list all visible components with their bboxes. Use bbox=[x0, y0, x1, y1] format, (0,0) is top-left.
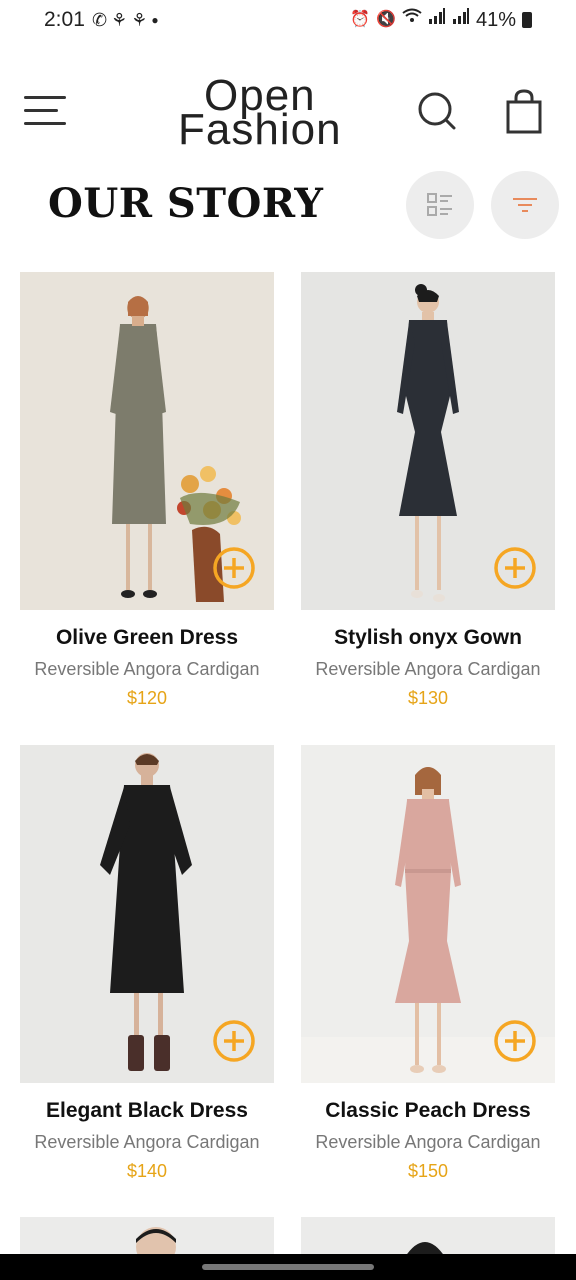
menu-icon-line bbox=[24, 109, 58, 112]
search-button[interactable] bbox=[416, 90, 460, 134]
logo-text-fashion: Fashion bbox=[178, 105, 342, 154]
snapchat-icon: ⚘ bbox=[111, 10, 128, 30]
dot-icon: ● bbox=[151, 13, 159, 27]
brand-logo[interactable]: Open Fashion bbox=[176, 74, 352, 154]
plus-circle-icon bbox=[494, 1020, 536, 1062]
product-name[interactable]: Elegant Black Dress bbox=[20, 1097, 274, 1125]
product-image[interactable] bbox=[20, 745, 274, 1083]
product-image[interactable] bbox=[301, 745, 555, 1083]
alarm-icon: ⏰ bbox=[350, 11, 371, 28]
battery-level: 41% bbox=[475, 9, 516, 31]
product-image[interactable] bbox=[20, 1217, 274, 1257]
list-view-icon bbox=[427, 193, 452, 216]
product-card[interactable] bbox=[301, 1217, 555, 1257]
product-description: Reversible Angora Cardigan bbox=[315, 659, 541, 679]
battery-icon bbox=[522, 12, 532, 28]
product-description: Reversible Angora Cardigan bbox=[315, 1132, 541, 1152]
app-header: Open Fashion bbox=[0, 60, 576, 170]
add-to-cart-button[interactable] bbox=[212, 546, 256, 590]
menu-button[interactable] bbox=[24, 94, 68, 128]
status-time: 2:01 bbox=[44, 8, 85, 31]
product-price: $130 bbox=[407, 688, 449, 708]
menu-icon bbox=[24, 96, 66, 99]
product-name[interactable]: Classic Peach Dress bbox=[301, 1097, 555, 1125]
mute-icon: 🔇 bbox=[376, 11, 396, 28]
cart-button[interactable] bbox=[502, 88, 546, 136]
list-view-button[interactable] bbox=[406, 171, 474, 239]
home-gesture-handle[interactable] bbox=[202, 1264, 374, 1270]
notification-icons: ✆ ⚘ ⚘ ● bbox=[92, 8, 159, 32]
product-image[interactable] bbox=[20, 272, 274, 610]
product-card[interactable]: Classic Peach Dress Reversible Angora Ca… bbox=[301, 745, 555, 1183]
signal-icon bbox=[452, 8, 470, 32]
product-price: $140 bbox=[126, 1161, 168, 1181]
plus-circle-icon bbox=[213, 1020, 255, 1062]
whatsapp-icon: ✆ bbox=[92, 10, 108, 30]
product-card[interactable]: Stylish onyx Gown Reversible Angora Card… bbox=[301, 272, 555, 710]
filter-button[interactable] bbox=[491, 171, 559, 239]
snapchat-icon: ⚘ bbox=[131, 10, 148, 30]
search-icon bbox=[418, 92, 456, 130]
page-title: OUR STORY bbox=[48, 180, 324, 227]
shopping-bag-icon bbox=[506, 89, 542, 134]
menu-icon-line bbox=[24, 122, 66, 125]
signal-icon bbox=[428, 8, 446, 32]
product-description: Reversible Angora Cardigan bbox=[34, 659, 260, 679]
plus-circle-icon bbox=[213, 547, 255, 589]
product-name[interactable]: Stylish onyx Gown bbox=[301, 624, 555, 652]
product-price: $150 bbox=[407, 1161, 449, 1181]
add-to-cart-button[interactable] bbox=[493, 546, 537, 590]
system-navigation-bar bbox=[0, 1254, 576, 1280]
wifi-icon bbox=[402, 8, 422, 32]
system-icons: ⏰ 🔇 41% bbox=[350, 8, 532, 32]
product-description: Reversible Angora Cardigan bbox=[34, 1132, 260, 1152]
filter-icon bbox=[513, 198, 537, 212]
add-to-cart-button[interactable] bbox=[493, 1019, 537, 1063]
product-card[interactable] bbox=[20, 1217, 274, 1257]
product-image[interactable] bbox=[301, 1217, 555, 1257]
product-price: $120 bbox=[126, 688, 168, 708]
product-name[interactable]: Olive Green Dress bbox=[20, 624, 274, 652]
status-bar: 2:01 ✆ ⚘ ⚘ ● ⏰ 🔇 41% bbox=[0, 0, 576, 44]
plus-circle-icon bbox=[494, 547, 536, 589]
product-card[interactable]: Elegant Black Dress Reversible Angora Ca… bbox=[20, 745, 274, 1183]
add-to-cart-button[interactable] bbox=[212, 1019, 256, 1063]
product-card[interactable]: Olive Green Dress Reversible Angora Card… bbox=[20, 272, 274, 710]
product-image[interactable] bbox=[301, 272, 555, 610]
